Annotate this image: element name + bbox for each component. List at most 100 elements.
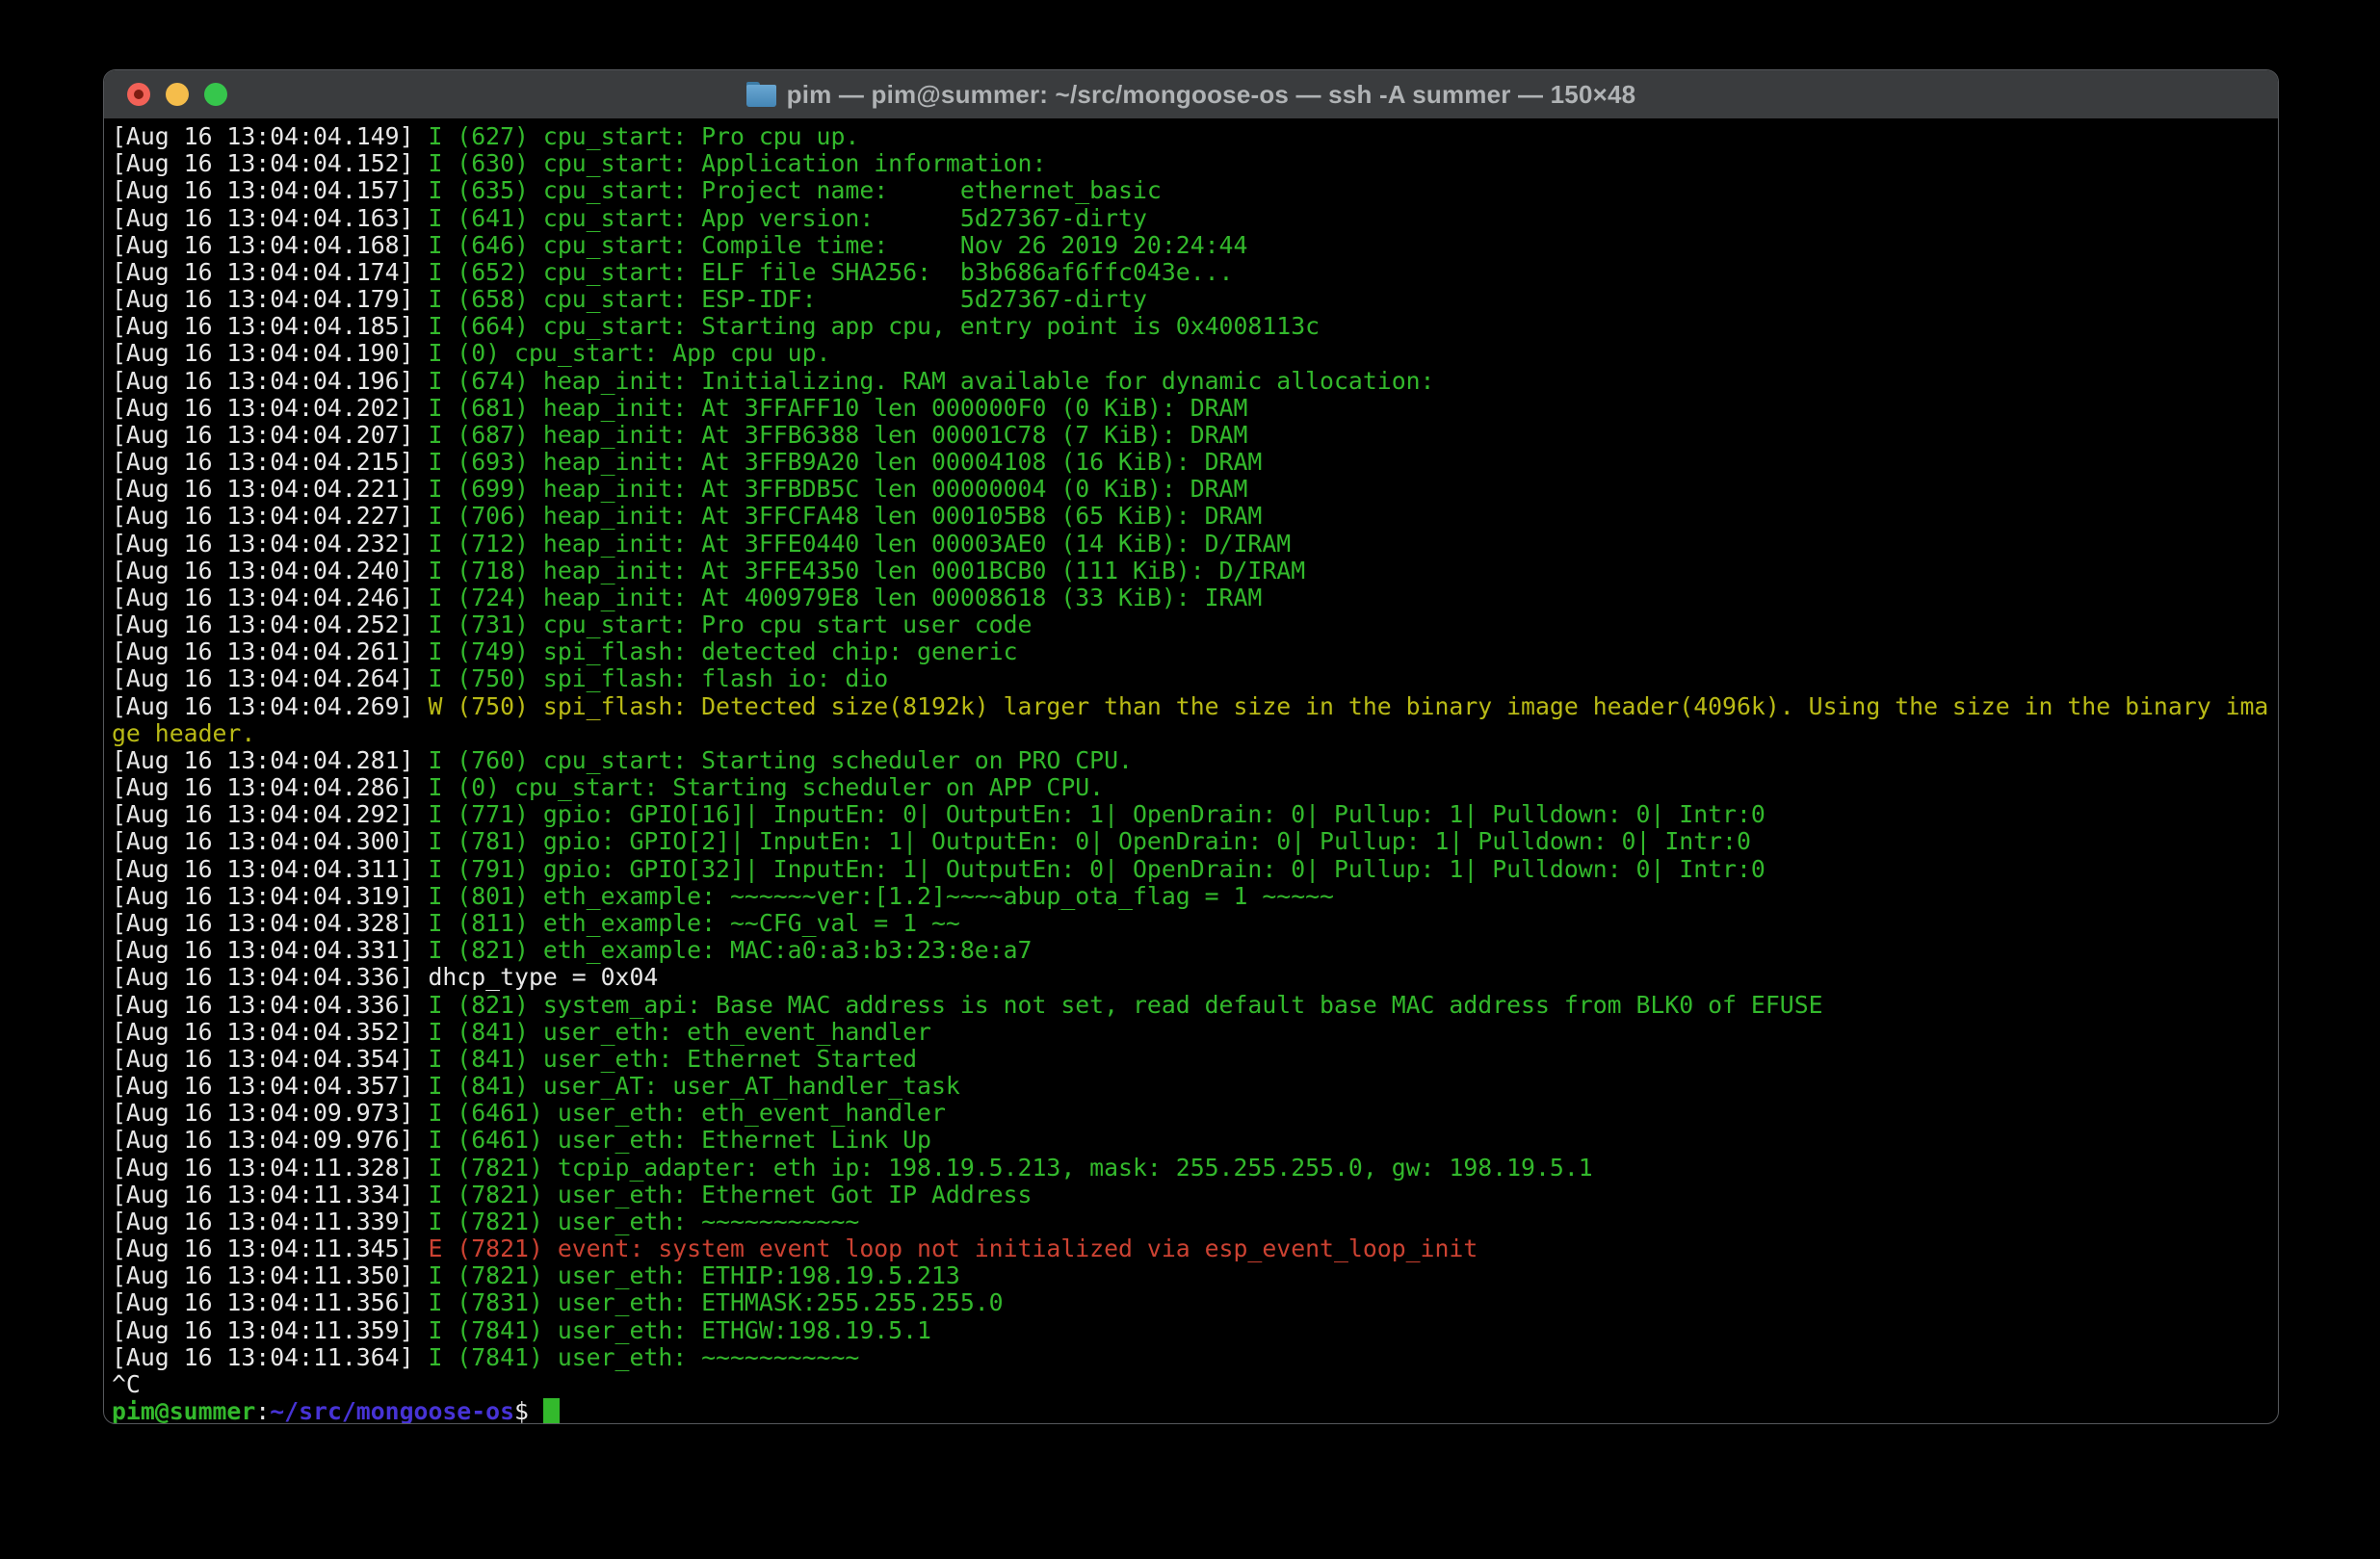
terminal-text-segment: [Aug 16 13:04:04.331] <box>112 936 428 964</box>
terminal-text-segment: [Aug 16 13:04:04.328] <box>112 909 428 937</box>
terminal-window: pim — pim@summer: ~/src/mongoose-os — ss… <box>103 69 2279 1424</box>
terminal-line: [Aug 16 13:04:04.221] I (699) heap_init:… <box>112 476 2278 503</box>
terminal-text-segment: [Aug 16 13:04:04.185] <box>112 312 428 340</box>
terminal-line: [Aug 16 13:04:11.356] I (7831) user_eth:… <box>112 1289 2278 1316</box>
terminal-text-segment: I (699) heap_init: At 3FFBDB5C len 00000… <box>428 475 1247 503</box>
terminal-text-segment: I (7841) user_eth: ETHGW:198.19.5.1 <box>428 1316 931 1344</box>
terminal-text-segment: [Aug 16 13:04:09.976] <box>112 1126 428 1154</box>
terminal-text-segment: I (7831) user_eth: ETHMASK:255.255.255.0 <box>428 1288 1003 1316</box>
terminal-output[interactable]: [Aug 16 13:04:04.149] I (627) cpu_start:… <box>104 118 2278 1424</box>
terminal-text-segment: I (750) spi_flash: flash io: dio <box>428 664 888 692</box>
terminal-line: [Aug 16 13:04:04.336] I (821) system_api… <box>112 992 2278 1019</box>
terminal-text-segment: [Aug 16 13:04:04.202] <box>112 394 428 422</box>
terminal-text-segment: [Aug 16 13:04:04.232] <box>112 530 428 558</box>
terminal-text-segment: [Aug 16 13:04:04.264] <box>112 664 428 692</box>
terminal-text-segment: [Aug 16 13:04:04.207] <box>112 421 428 449</box>
terminal-text-segment: [Aug 16 13:04:04.300] <box>112 827 428 855</box>
terminal-text-segment: I (630) cpu_start: Application informati… <box>428 149 1046 177</box>
terminal-line: [Aug 16 13:04:04.215] I (693) heap_init:… <box>112 449 2278 476</box>
terminal-line: [Aug 16 13:04:04.331] I (821) eth_exampl… <box>112 937 2278 964</box>
terminal-line: [Aug 16 13:04:04.252] I (731) cpu_start:… <box>112 611 2278 638</box>
terminal-line: [Aug 16 13:04:04.292] I (771) gpio: GPIO… <box>112 801 2278 828</box>
terminal-text-segment: [Aug 16 13:04:04.252] <box>112 611 428 638</box>
terminal-text-segment: [Aug 16 13:04:04.152] <box>112 149 428 177</box>
terminal-text-segment: [Aug 16 13:04:11.345] <box>112 1234 428 1262</box>
terminal-text-segment: [Aug 16 13:04:04.292] <box>112 800 428 828</box>
terminal-text-segment: I (749) spi_flash: detected chip: generi… <box>428 637 1017 665</box>
terminal-line: [Aug 16 13:04:04.336] dhcp_type = 0x04 <box>112 964 2278 991</box>
terminal-text-segment: [Aug 16 13:04:04.311] <box>112 855 428 883</box>
terminal-line: [Aug 16 13:04:04.190] I (0) cpu_start: A… <box>112 340 2278 367</box>
terminal-text-segment: I (681) heap_init: At 3FFAFF10 len 00000… <box>428 394 1247 422</box>
terminal-text-segment: [Aug 16 13:04:04.215] <box>112 448 428 476</box>
terminal-line: [Aug 16 13:04:04.168] I (646) cpu_start:… <box>112 232 2278 259</box>
terminal-line: pim@summer:~/src/mongoose-os$ <box>112 1398 2278 1424</box>
terminal-text-segment: [Aug 16 13:04:11.339] <box>112 1208 428 1235</box>
terminal-line: [Aug 16 13:04:04.354] I (841) user_eth: … <box>112 1046 2278 1073</box>
terminal-line: [Aug 16 13:04:09.973] I (6461) user_eth:… <box>112 1100 2278 1127</box>
terminal-text-segment: [Aug 16 13:04:04.196] <box>112 367 428 395</box>
proxy-folder-icon[interactable] <box>746 82 776 107</box>
terminal-line: [Aug 16 13:04:04.157] I (635) cpu_start:… <box>112 177 2278 204</box>
terminal-line: [Aug 16 13:04:09.976] I (6461) user_eth:… <box>112 1127 2278 1154</box>
terminal-text-segment: dhcp_type = 0x04 <box>428 963 658 991</box>
terminal-line: [Aug 16 13:04:11.334] I (7821) user_eth:… <box>112 1182 2278 1208</box>
terminal-text-segment: [Aug 16 13:04:04.227] <box>112 502 428 530</box>
terminal-line: ^C <box>112 1371 2278 1398</box>
terminal-line: [Aug 16 13:04:04.149] I (627) cpu_start:… <box>112 123 2278 150</box>
terminal-text-segment: I (7841) user_eth: ~~~~~~~~~~~ <box>428 1343 859 1371</box>
terminal-text-segment: I (731) cpu_start: Pro cpu start user co… <box>428 611 1032 638</box>
terminal-line: [Aug 16 13:04:04.269] W (750) spi_flash:… <box>112 693 2278 720</box>
terminal-text-segment: I (687) heap_init: At 3FFB6388 len 00001… <box>428 421 1247 449</box>
terminal-line: [Aug 16 13:04:04.261] I (749) spi_flash:… <box>112 638 2278 665</box>
title-bar[interactable]: pim — pim@summer: ~/src/mongoose-os — ss… <box>104 70 2278 118</box>
close-button[interactable] <box>127 83 150 106</box>
terminal-line: [Aug 16 13:04:04.179] I (658) cpu_start:… <box>112 286 2278 313</box>
terminal-text-segment: [Aug 16 13:04:04.336] <box>112 991 428 1019</box>
minimize-button[interactable] <box>166 83 189 106</box>
terminal-line: [Aug 16 13:04:11.328] I (7821) tcpip_ada… <box>112 1155 2278 1182</box>
terminal-text-segment: I (771) gpio: GPIO[16]| InputEn: 0| Outp… <box>428 800 1765 828</box>
terminal-text-segment: I (627) cpu_start: Pro cpu up. <box>428 122 859 150</box>
terminal-text-segment: I (635) cpu_start: Project name: etherne… <box>428 176 1161 204</box>
terminal-line: [Aug 16 13:04:11.350] I (7821) user_eth:… <box>112 1262 2278 1289</box>
terminal-text-segment: I (658) cpu_start: ESP-IDF: 5d27367-dirt… <box>428 285 1146 313</box>
window-title: pim — pim@summer: ~/src/mongoose-os — ss… <box>787 80 1636 109</box>
terminal-text-segment: ge header. <box>112 719 255 747</box>
close-modified-dot <box>134 90 144 99</box>
terminal-line: [Aug 16 13:04:04.152] I (630) cpu_start:… <box>112 150 2278 177</box>
terminal-text-segment: I (641) cpu_start: App version: 5d27367-… <box>428 204 1146 232</box>
terminal-text-segment: [Aug 16 13:04:04.352] <box>112 1018 428 1046</box>
terminal-line: [Aug 16 13:04:04.246] I (724) heap_init:… <box>112 585 2278 611</box>
terminal-text-segment: [Aug 16 13:04:11.359] <box>112 1316 428 1344</box>
terminal-text-segment: I (811) eth_example: ~~CFG_val = 1 ~~ <box>428 909 959 937</box>
terminal-line: [Aug 16 13:04:11.339] I (7821) user_eth:… <box>112 1208 2278 1235</box>
terminal-line: [Aug 16 13:04:04.328] I (811) eth_exampl… <box>112 910 2278 937</box>
terminal-text-segment: I (841) user_eth: Ethernet Started <box>428 1045 917 1073</box>
terminal-line: [Aug 16 13:04:04.163] I (641) cpu_start:… <box>112 205 2278 232</box>
terminal-line: [Aug 16 13:04:04.281] I (760) cpu_start:… <box>112 747 2278 774</box>
terminal-text-segment: [Aug 16 13:04:04.221] <box>112 475 428 503</box>
terminal-text-segment: [Aug 16 13:04:04.336] <box>112 963 428 991</box>
terminal-text-segment: I (652) cpu_start: ELF file SHA256: b3b6… <box>428 258 1233 286</box>
terminal-line: [Aug 16 13:04:04.227] I (706) heap_init:… <box>112 503 2278 530</box>
terminal-text-segment: ~/src/mongoose-os <box>270 1397 514 1424</box>
terminal-text-segment: I (0) cpu_start: Starting scheduler on A… <box>428 773 1104 801</box>
terminal-text-segment: [Aug 16 13:04:04.174] <box>112 258 428 286</box>
terminal-line: [Aug 16 13:04:04.202] I (681) heap_init:… <box>112 395 2278 422</box>
terminal-text-segment: I (646) cpu_start: Compile time: Nov 26 … <box>428 231 1247 259</box>
terminal-line: [Aug 16 13:04:04.196] I (674) heap_init:… <box>112 368 2278 395</box>
terminal-line: [Aug 16 13:04:11.364] I (7841) user_eth:… <box>112 1344 2278 1371</box>
terminal-text-segment: I (0) cpu_start: App cpu up. <box>428 339 830 367</box>
terminal-text-segment: $ <box>514 1397 543 1424</box>
terminal-line: [Aug 16 13:04:04.352] I (841) user_eth: … <box>112 1019 2278 1046</box>
terminal-text-segment: [Aug 16 13:04:04.269] <box>112 692 428 720</box>
zoom-button[interactable] <box>204 83 227 106</box>
terminal-cursor <box>543 1398 560 1424</box>
terminal-line: [Aug 16 13:04:04.207] I (687) heap_init:… <box>112 422 2278 449</box>
terminal-text-segment: I (6461) user_eth: eth_event_handler <box>428 1099 945 1127</box>
terminal-text-segment: I (664) cpu_start: Starting app cpu, ent… <box>428 312 1320 340</box>
terminal-text-segment: [Aug 16 13:04:04.157] <box>112 176 428 204</box>
terminal-text-segment: [Aug 16 13:04:11.356] <box>112 1288 428 1316</box>
terminal-text-segment: I (7821) user_eth: ETHIP:198.19.5.213 <box>428 1261 959 1289</box>
